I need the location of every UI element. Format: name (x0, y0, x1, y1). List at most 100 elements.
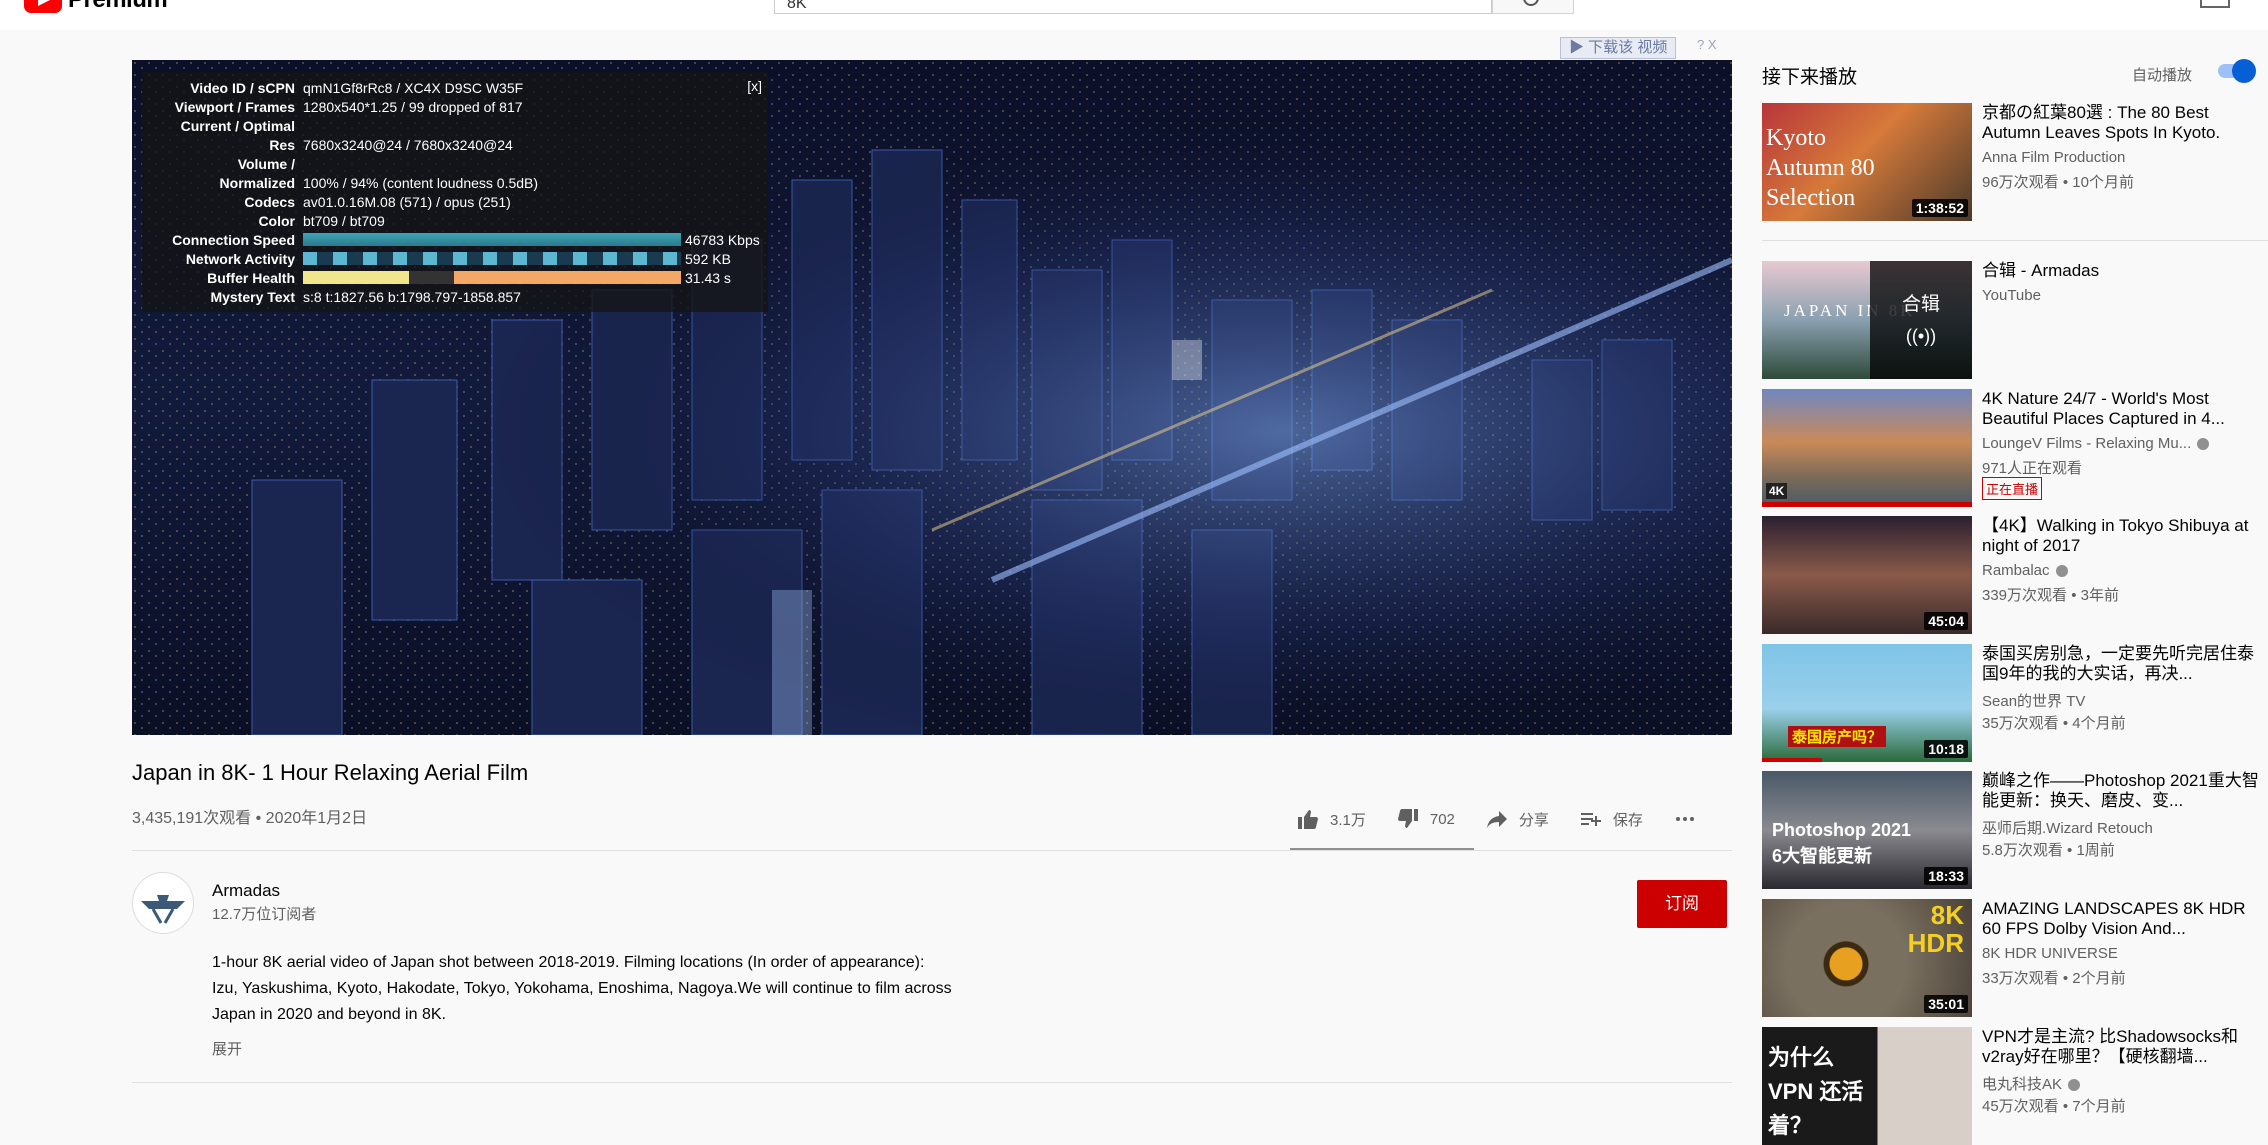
channel-name[interactable]: 电丸科技AK (1982, 1073, 2081, 1094)
channel-name[interactable]: 8K HDR UNIVERSE (1982, 945, 2118, 962)
more-actions-button[interactable] (1673, 807, 1697, 831)
search-input[interactable]: 8K (774, 0, 1492, 14)
playlist-add-icon (1580, 813, 1601, 826)
view-count-date: 3,435,191次观看 • 2020年1月2日 (132, 810, 368, 827)
video-thumbnail[interactable]: Kyoto Autumn 80 Selection 1:38:52 (1762, 103, 1972, 221)
search-input-value: 8K (787, 0, 807, 12)
stats-row: Buffer Health 31.43 s (142, 268, 731, 287)
stats-value: 7680x3240@24 / 7680x3240@24 (303, 136, 513, 153)
up-next-video-card[interactable]: Photoshop 2021 6大智能更新 18:33 巅峰之作——Photos… (1762, 771, 2268, 889)
share-button[interactable]: 分享 (1485, 807, 1549, 831)
stats-key: Codecs (244, 193, 295, 210)
search-icon (1523, 0, 1539, 6)
channel-name[interactable]: Armadas (212, 881, 280, 901)
channel-name-text: Rambalac (1982, 562, 2050, 579)
stats-value: qmN1Gf8rRc8 / XC4X D9SC W35F (303, 79, 524, 96)
verified-icon (2055, 565, 2068, 578)
stats-value: av01.0.16M.08 (571) / opus (251) (303, 193, 511, 210)
stats-row: Codecs av01.0.16M.08 (571) / opus (251) (142, 192, 511, 211)
video-thumbnail[interactable]: 45:04 (1762, 516, 1972, 634)
video-title[interactable]: 京都の紅葉80選 : The 80 Best Autumn Leaves Spo… (1982, 103, 2262, 143)
subscribe-button[interactable]: 订阅 (1637, 880, 1727, 928)
stats-value: s:8 t:1827.56 b:1798.797-1858.857 (303, 288, 521, 305)
thumbnail-caption: Kyoto Autumn 80 Selection (1766, 125, 1875, 211)
divider (132, 850, 1732, 851)
video-duration: 45:04 (1924, 612, 1968, 630)
stats-key: Buffer Health (207, 269, 295, 286)
video-thumbnail[interactable]: 4K (1762, 389, 1972, 507)
stats-close-button[interactable]: [x] (747, 78, 762, 94)
up-next-video-card[interactable]: 为什么VPN 还活着？ VPN才是主流? 比Shadowsocks和v2ray好… (1762, 1027, 2268, 1145)
stats-row: Normalized 100% / 94% (content loudness 0… (142, 173, 539, 192)
subscriber-count: 12.7万位订阅者 (212, 906, 317, 923)
youtube-logo[interactable]: Premium (24, 0, 168, 14)
top-bar: Premium 8K (0, 0, 2268, 30)
channel-name[interactable]: Sean的世界 TV (1982, 690, 2085, 711)
video-title[interactable]: 【4K】Walking in Tokyo Shibuya at night of… (1982, 516, 2262, 556)
channel-name[interactable]: Anna Film Production (1982, 149, 2125, 166)
stats-value: 592 KB (685, 250, 731, 267)
stats-key: Viewport / Frames (174, 98, 295, 115)
stats-key: Network Activity (185, 250, 295, 267)
channel-name-text: LoungeV Films - Relaxing Mu... (1982, 435, 2192, 452)
stats-value: 100% / 94% (content loudness 0.5dB) (303, 174, 539, 191)
thumbs-up-icon (1298, 810, 1318, 829)
channel-avatar[interactable] (132, 872, 194, 934)
stats-value: 31.43 s (685, 269, 731, 286)
video-thumbnail[interactable]: 泰国房产吗？ 10:18 (1762, 644, 1972, 762)
dislike-button[interactable]: 702 (1396, 807, 1455, 831)
stats-row: Mystery Text s:8 t:1827.56 b:1798.797-185… (142, 287, 521, 306)
autoplay-toggle[interactable] (2218, 59, 2256, 83)
video-thumbnail[interactable]: 为什么VPN 还活着？ (1762, 1027, 1972, 1145)
more-icon (1675, 817, 1694, 821)
save-label: 保存 (1612, 811, 1643, 829)
video-duration: 18:33 (1924, 867, 1968, 885)
stats-key: Res (269, 136, 295, 153)
up-next-video-card[interactable]: 8K HDR 35:01 AMAZING LANDSCAPES 8K HDR 6… (1762, 899, 2268, 1017)
stats-key: Mystery Text (210, 288, 295, 305)
thumbnail-caption: Photoshop 2021 6大智能更新 (1772, 820, 1912, 866)
video-duration: 10:18 (1924, 740, 1968, 758)
video-meta: 33万次观看 • 2个月前 (1982, 970, 2126, 987)
up-next-video-card[interactable]: 45:04 【4K】Walking in Tokyo Shibuya at ni… (1762, 516, 2268, 634)
channel-name[interactable]: YouTube (1982, 287, 2041, 304)
search-button[interactable] (1492, 0, 1574, 14)
stats-row: Connection Speed 46783 Kbps (142, 230, 760, 249)
stats-row: Viewport / Frames 1280x540*1.25 / 99 drop… (142, 97, 523, 116)
video-meta: 96万次观看 • 10个月前 (1982, 174, 2134, 191)
like-button[interactable]: 3.1万 (1296, 807, 1366, 831)
video-thumbnail[interactable]: Photoshop 2021 6大智能更新 18:33 (1762, 771, 1972, 889)
channel-name[interactable]: 巫师后期.Wizard Retouch (1982, 817, 2153, 838)
upload-icon[interactable] (2200, 0, 2230, 8)
stats-value: bt709 / bt709 (303, 212, 385, 229)
playlist-thumbnail[interactable]: JAPAN IN 8K 合辑 ((•)) (1762, 261, 1972, 379)
stats-key: Volume / (237, 155, 295, 172)
up-next-video-card[interactable]: 泰国房产吗？ 10:18 泰国买房别急，一定要先听完居住泰国9年的我的大实话，再… (1762, 644, 2268, 762)
up-next-heading: 接下来播放 (1762, 67, 1858, 88)
progress-bar (1762, 758, 1822, 762)
video-thumbnail[interactable]: 8K HDR 35:01 (1762, 899, 1972, 1017)
save-button[interactable]: 保存 (1579, 807, 1643, 831)
download-help-close[interactable]: ? X (1697, 37, 1717, 52)
stats-row: Color bt709 / bt709 (142, 211, 385, 230)
stats-row: Video ID / sCPN qmN1Gf8rRc8 / XC4X D9SC W… (142, 78, 523, 97)
video-meta: 5.8万次观看 • 1周前 (1982, 842, 2115, 859)
up-next-video-card[interactable]: Kyoto Autumn 80 Selection 1:38:52 京都の紅葉8… (1762, 103, 2268, 221)
video-meta: 339万次观看 • 3年前 (1982, 587, 2119, 604)
show-more-button[interactable]: 展开 (212, 1038, 242, 1059)
up-next-playlist-card[interactable]: JAPAN IN 8K 合辑 ((•)) 合辑 - Armadas YouTub… (1762, 261, 2268, 379)
channel-name[interactable]: Rambalac (1982, 562, 2068, 579)
video-title[interactable]: 合辑 - Armadas (1982, 261, 2262, 281)
channel-name[interactable]: LoungeV Films - Relaxing Mu... (1982, 435, 2210, 452)
video-title[interactable]: 泰国买房别急，一定要先听完居住泰国9年的我的大实话，再决... (1982, 644, 2262, 684)
download-video-button[interactable]: ▶ 下载该 视频 (1560, 37, 1677, 59)
video-title[interactable]: AMAZING LANDSCAPES 8K HDR 60 FPS Dolby V… (1982, 899, 2262, 939)
stats-row: Volume / (142, 154, 303, 173)
up-next-video-card[interactable]: 4K 4K Nature 24/7 - World's Most Beautif… (1762, 389, 2268, 507)
share-icon (1486, 811, 1507, 828)
youtube-play-icon (24, 0, 62, 13)
video-title[interactable]: VPN才是主流? 比Shadowsocks和v2ray好在哪里？【硬核翻墙... (1982, 1027, 2262, 1067)
video-title[interactable]: 巅峰之作——Photoshop 2021重大智能更新：换天、磨皮、变... (1982, 771, 2262, 811)
video-duration: 1:38:52 (1911, 199, 1968, 217)
video-title[interactable]: 4K Nature 24/7 - World's Most Beautiful … (1982, 389, 2262, 429)
